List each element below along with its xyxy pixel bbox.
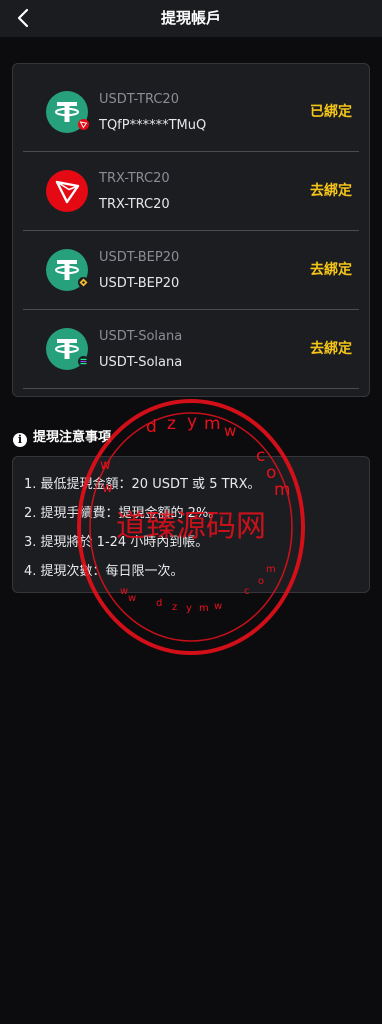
tether-icon: [46, 328, 89, 370]
account-name: TRX-TRC20: [99, 171, 170, 186]
account-name: USDT-Solana: [99, 329, 183, 344]
tether-icon: [46, 91, 89, 133]
svg-text:z: z: [167, 414, 176, 434]
notice-item: 1. 最低提現金額：20 USDT 或 5 TRX。: [24, 477, 261, 492]
svg-text:y: y: [187, 412, 197, 432]
account-row-trx-trc20[interactable]: TRX-TRC20 TRX-TRC20 去綁定: [23, 152, 359, 231]
account-address: TRX-TRC20: [99, 197, 170, 212]
svg-text:d: d: [156, 598, 162, 609]
page-title: 提現帳戶: [160, 9, 221, 27]
svg-text:w: w: [224, 422, 236, 440]
svg-text:d: d: [146, 417, 157, 437]
bind-status-button[interactable]: 已綁定: [310, 73, 352, 151]
tron-badge-icon: [78, 119, 89, 130]
info-icon: i: [13, 433, 27, 447]
bnb-badge-icon: [78, 277, 89, 288]
svg-text:m: m: [199, 603, 209, 614]
account-row-usdt-trc20[interactable]: USDT-TRC20 TQfP******TMuQ 已綁定: [23, 73, 359, 152]
account-address: USDT-Solana: [99, 355, 183, 370]
svg-text:z: z: [172, 602, 177, 613]
account-name: USDT-TRC20: [99, 92, 179, 107]
tron-icon: [46, 170, 88, 212]
account-row-usdt-solana[interactable]: USDT-Solana USDT-Solana 去綁定: [23, 310, 359, 389]
svg-text:m: m: [204, 414, 221, 434]
notice-title: 提現注意事項: [33, 430, 112, 445]
notice-heading: i 提現注意事項: [13, 426, 112, 447]
svg-text:w: w: [214, 601, 222, 612]
account-address: TQfP******TMuQ: [99, 118, 207, 133]
notice-card: 1. 最低提現金額：20 USDT 或 5 TRX。 2. 提現手續費：提現金額…: [12, 456, 370, 593]
bind-button[interactable]: 去綁定: [310, 310, 352, 388]
notice-item: 3. 提現將於 1-24 小時內到帳。: [24, 535, 209, 550]
bind-button[interactable]: 去綁定: [310, 152, 352, 230]
svg-text:y: y: [186, 603, 192, 614]
bind-button[interactable]: 去綁定: [310, 231, 352, 309]
top-bar: 提現帳戶: [0, 0, 382, 37]
solana-badge-icon: [78, 356, 89, 367]
account-address: USDT-BEP20: [99, 276, 180, 291]
account-row-usdt-bep20[interactable]: USDT-BEP20 USDT-BEP20 去綁定: [23, 231, 359, 310]
tether-icon: [46, 249, 89, 291]
notice-item: 2. 提現手續費：提現金額的 2%。: [24, 506, 222, 521]
account-name: USDT-BEP20: [99, 250, 180, 265]
withdraw-accounts-card: USDT-TRC20 TQfP******TMuQ 已綁定 TRX-TRC20 …: [12, 63, 370, 397]
notice-item: 4. 提現次數：每日限一次。: [24, 564, 184, 579]
svg-text:w: w: [128, 593, 136, 604]
